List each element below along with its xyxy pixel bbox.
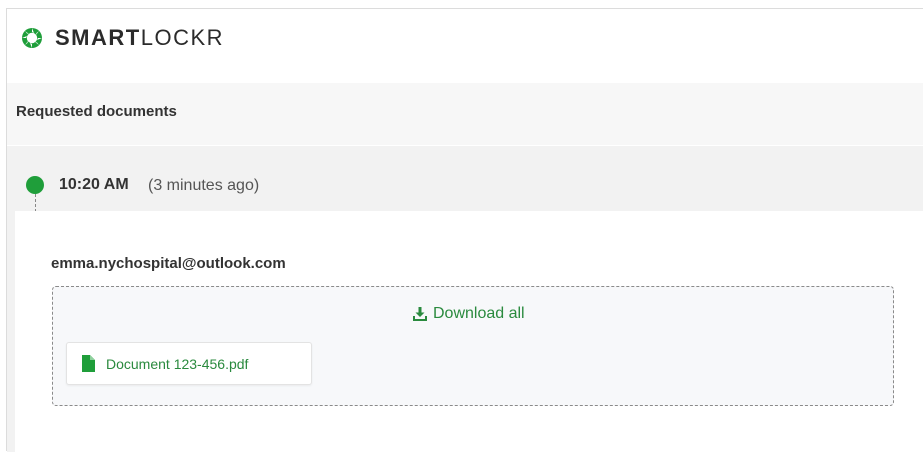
section-header: Requested documents	[7, 83, 923, 145]
brand-name-bold: SMART	[55, 25, 141, 50]
smartlockr-logo-icon	[22, 28, 42, 48]
timeline-connector	[35, 194, 36, 212]
section-title: Requested documents	[16, 103, 177, 120]
documents-panel: Download all Document 123-456.pdf	[52, 286, 894, 406]
timeline: 10:20 AM (3 minutes ago) emma.nychospita…	[7, 146, 923, 452]
timeline-time: 10:20 AM	[59, 176, 129, 193]
download-icon	[413, 307, 427, 321]
timeline-dot	[26, 176, 44, 194]
app-frame: SMARTLOCKR Requested documents 10:20 AM …	[6, 8, 923, 452]
request-card: emma.nychospital@outlook.com Download al…	[15, 211, 923, 452]
brand-name-light: LOCKR	[140, 25, 225, 50]
header: SMARTLOCKR	[7, 9, 923, 81]
download-all-button[interactable]: Download all	[412, 305, 525, 323]
timeline-relative-time: (3 minutes ago)	[148, 177, 260, 194]
file-icon	[82, 355, 95, 372]
sender-email: emma.nychospital@outlook.com	[51, 255, 286, 272]
logo: SMARTLOCKR	[21, 27, 224, 49]
file-item[interactable]: Document 123-456.pdf	[66, 342, 312, 385]
file-name: Document 123-456.pdf	[106, 355, 249, 372]
brand-name: SMARTLOCKR	[55, 27, 224, 49]
download-all-label: Download all	[433, 305, 525, 322]
